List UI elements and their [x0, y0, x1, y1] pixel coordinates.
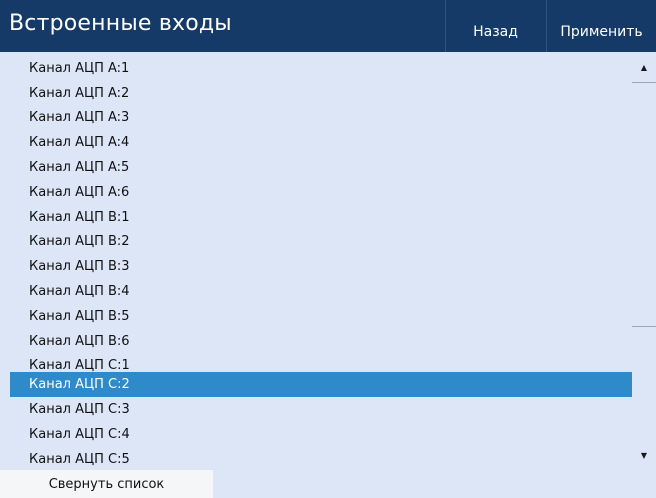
list-item[interactable]: Канал АЦП B:5: [10, 304, 632, 329]
scroll-up-icon[interactable]: ▲: [632, 52, 656, 82]
list-item[interactable]: Канал АЦП A:6: [10, 180, 632, 205]
collapse-list-button[interactable]: Свернуть список: [0, 470, 213, 498]
list-item[interactable]: Канал АЦП C:3: [10, 397, 632, 422]
list-item[interactable]: Канал АЦП C:5: [10, 447, 632, 470]
scroll-thumb[interactable]: [632, 82, 656, 327]
list-item[interactable]: Канал АЦП A:5: [10, 155, 632, 180]
list-item[interactable]: Канал АЦП B:2: [10, 230, 632, 255]
list-item[interactable]: Канал АЦП B:6: [10, 329, 632, 354]
list-item[interactable]: Канал АЦП C:4: [10, 422, 632, 447]
apply-button[interactable]: Применить: [546, 0, 656, 52]
list-scrollbar[interactable]: ▲ ▼: [632, 52, 656, 470]
list-item-selected[interactable]: Канал АЦП C:2: [10, 372, 632, 397]
back-button[interactable]: Назад: [445, 0, 545, 52]
list-item[interactable]: Канал АЦП A:4: [10, 130, 632, 155]
list-item[interactable]: Канал АЦП B:1: [10, 205, 632, 230]
list-item[interactable]: Канал АЦП B:3: [10, 254, 632, 279]
page-title: Встроенные входы: [9, 11, 232, 36]
list-item[interactable]: Канал АЦП A:1: [10, 56, 632, 81]
footer-bar: Свернуть список: [0, 470, 656, 498]
list-item[interactable]: Канал АЦП A:3: [10, 106, 632, 131]
scroll-down-icon[interactable]: ▼: [632, 440, 656, 470]
header-bar: Встроенные входы Назад Применить: [0, 0, 656, 52]
channel-list: Канал АЦП A:1 Канал АЦП A:2 Канал АЦП A:…: [0, 52, 656, 470]
list-item[interactable]: Канал АЦП A:2: [10, 81, 632, 106]
list-item[interactable]: Канал АЦП B:4: [10, 279, 632, 304]
